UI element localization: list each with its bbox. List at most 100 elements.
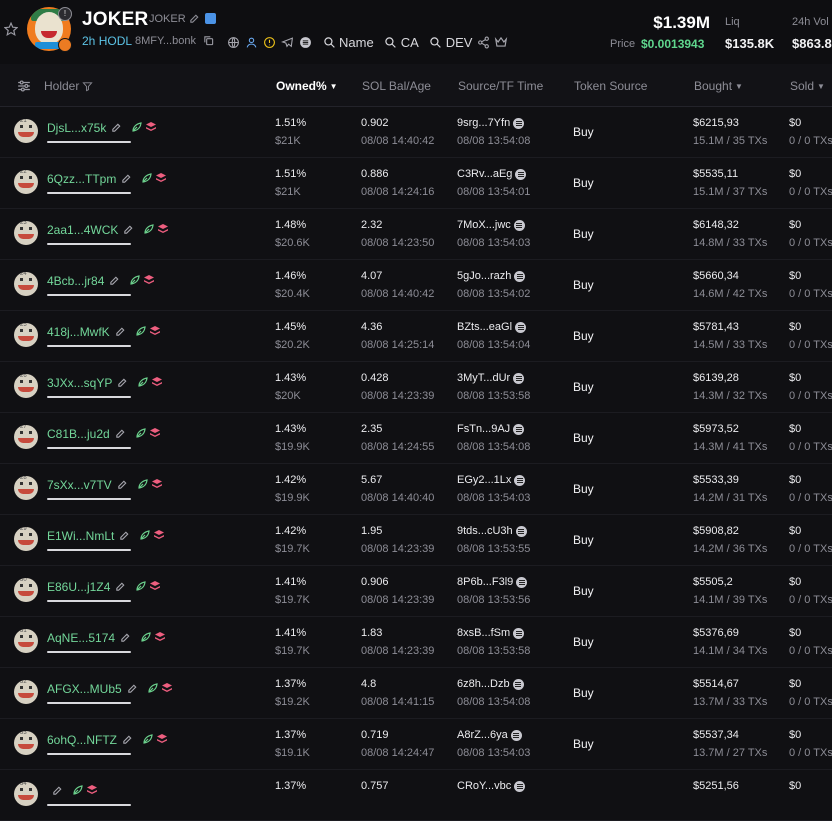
column-sol-bal[interactable]: SOL Bal/Age — [362, 79, 431, 93]
holder-address[interactable]: 6ohQ...NFTZ — [47, 733, 117, 747]
owned-percent: 1.42% — [275, 474, 307, 486]
holder-address[interactable]: 4Bcb...jr84 — [47, 274, 104, 288]
funding-source[interactable]: EGy2...1Lx — [457, 474, 526, 486]
holder-avatar[interactable]: 34 — [14, 782, 38, 806]
menu-circle-icon[interactable] — [298, 35, 312, 49]
sol-balance: 0.719 — [361, 729, 389, 741]
table-row[interactable]: 27 C81B...ju2d 1.43% $19.9K 2.35 08/08 1… — [0, 413, 832, 464]
edit-icon[interactable] — [109, 275, 120, 286]
table-row[interactable]: 24 4Bcb...jr84 1.46% $20.4K 4.07 08/08 1… — [0, 260, 832, 311]
holder-address[interactable]: 418j...MwfK — [47, 325, 110, 339]
search-name-button[interactable]: Name — [322, 35, 374, 50]
edit-icon[interactable] — [52, 785, 63, 796]
share-icon[interactable] — [476, 35, 490, 49]
holder-avatar[interactable]: 25 — [14, 323, 38, 347]
column-bought-label: Bought — [694, 79, 733, 93]
column-owned[interactable]: Owned% ▼ — [276, 79, 338, 93]
column-sold[interactable]: Sold ▼ — [790, 79, 825, 93]
funding-source[interactable]: CRoY...vbc — [457, 780, 526, 792]
funding-source[interactable]: 6z8h...Dzb — [457, 678, 524, 690]
globe-icon[interactable] — [226, 35, 240, 49]
filter-icon[interactable] — [82, 81, 93, 92]
holder-address[interactable]: C81B...ju2d — [47, 427, 110, 441]
bought-value: $5537,34 — [693, 729, 739, 741]
holder-address[interactable]: 2aa1...4WCK — [47, 223, 118, 237]
settings-sliders-icon[interactable] — [17, 80, 31, 92]
funding-source[interactable]: A8rZ...6ya — [457, 729, 522, 741]
funding-source[interactable]: 9tds...cU3h — [457, 525, 527, 537]
holder-address[interactable]: 6Qzz...TTpm — [47, 172, 116, 186]
search-dev-button[interactable]: DEV — [429, 35, 472, 50]
table-row[interactable]: 21 DjsL...x75k 1.51% $21K 0.902 08/08 14… — [0, 107, 832, 158]
column-holder[interactable]: Holder — [44, 79, 93, 93]
holder-address[interactable]: 3JXx...sqYP — [47, 376, 112, 390]
funding-source[interactable]: 8xsB...fSm — [457, 627, 525, 639]
warning-icon[interactable] — [262, 35, 276, 49]
table-row[interactable]: 28 7sXx...v7TV 1.42% $19.9K 5.67 08/08 1… — [0, 464, 832, 515]
holder-address[interactable]: DjsL...x75k — [47, 121, 106, 135]
column-bought[interactable]: Bought ▼ — [694, 79, 743, 93]
holder-address[interactable]: AFGX...MUb5 — [47, 682, 122, 696]
table-row[interactable]: 26 3JXx...sqYP 1.43% $20K 0.428 08/08 14… — [0, 362, 832, 413]
source-menu-icon — [515, 321, 527, 333]
holder-avatar[interactable]: 24 — [14, 272, 38, 296]
holder-avatar[interactable]: 27 — [14, 425, 38, 449]
edit-icon[interactable] — [115, 428, 126, 439]
table-row[interactable]: 31 AqNE...5174 1.41% $19.7K 1.83 08/08 1… — [0, 617, 832, 668]
star-icon[interactable] — [4, 22, 18, 36]
funding-source[interactable]: BZts...eaGl — [457, 321, 527, 333]
table-row[interactable]: 22 6Qzz...TTpm 1.51% $21K 0.886 08/08 14… — [0, 158, 832, 209]
funding-source[interactable]: 3MyT...dUr — [457, 372, 525, 384]
edit-icon[interactable] — [117, 479, 128, 490]
holder-avatar[interactable]: 23 — [14, 221, 38, 245]
edit-icon[interactable] — [115, 326, 126, 337]
user-icon[interactable] — [244, 35, 258, 49]
funding-source[interactable]: C3Rv...aEg — [457, 168, 527, 180]
table-row[interactable]: 34 1.37% 0.757 CRoY...vbc $5251,56 $0 — [0, 770, 832, 821]
holder-avatar[interactable]: 29 — [14, 527, 38, 551]
column-source[interactable]: Source/TF Time — [458, 79, 543, 93]
table-row[interactable]: 32 AFGX...MUb5 1.37% $19.2K 4.8 08/08 14… — [0, 668, 832, 719]
holder-address[interactable]: E1Wi...NmLt — [47, 529, 114, 543]
edit-icon[interactable] — [111, 122, 122, 133]
funding-source[interactable]: FsTn...9AJ — [457, 423, 525, 435]
holder-rank: 21 — [20, 119, 27, 124]
holder-avatar[interactable]: 26 — [14, 374, 38, 398]
search-ca-button[interactable]: CA — [384, 35, 419, 50]
table-row[interactable]: 29 E1Wi...NmLt 1.42% $19.7K 1.95 08/08 1… — [0, 515, 832, 566]
edit-icon[interactable] — [121, 173, 132, 184]
token-source: Buy — [573, 686, 594, 700]
funding-source[interactable]: 8P6b...F3l9 — [457, 576, 528, 588]
holder-avatar[interactable]: 31 — [14, 629, 38, 653]
funding-source[interactable]: 7MoX...jwc — [457, 219, 525, 231]
column-token-source[interactable]: Token Source — [574, 79, 647, 93]
edit-icon[interactable] — [117, 377, 128, 388]
holder-avatar[interactable]: 21 — [14, 119, 38, 143]
edit-icon[interactable] — [189, 13, 200, 24]
edit-icon[interactable] — [122, 734, 133, 745]
table-row[interactable]: 23 2aa1...4WCK 1.48% $20.6K 2.32 08/08 1… — [0, 209, 832, 260]
funding-source[interactable]: 5gJo...razh — [457, 270, 526, 282]
table-row[interactable]: 30 E86U...j1Z4 1.41% $19.7K 0.906 08/08 … — [0, 566, 832, 617]
holder-avatar[interactable]: 33 — [14, 731, 38, 755]
table-row[interactable]: 25 418j...MwfK 1.45% $20.2K 4.36 08/08 1… — [0, 311, 832, 362]
edit-icon[interactable] — [123, 224, 134, 235]
funding-source[interactable]: 9srg...7Yfn — [457, 117, 525, 129]
table-row[interactable]: 33 6ohQ...NFTZ 1.37% $19.1K 0.719 08/08 … — [0, 719, 832, 770]
funding-source-address: A8rZ...6ya — [457, 729, 508, 741]
crown-icon[interactable] — [494, 35, 508, 49]
edit-icon[interactable] — [127, 683, 138, 694]
holder-avatar[interactable]: 22 — [14, 170, 38, 194]
edit-icon[interactable] — [120, 632, 131, 643]
edit-icon[interactable] — [115, 581, 126, 592]
holder-rank: 32 — [20, 680, 27, 685]
holder-avatar[interactable]: 32 — [14, 680, 38, 704]
holder-address[interactable]: AqNE...5174 — [47, 631, 115, 645]
holder-address[interactable]: 7sXx...v7TV — [47, 478, 112, 492]
edit-icon[interactable] — [119, 530, 130, 541]
telegram-icon[interactable] — [280, 35, 294, 49]
holder-address[interactable]: E86U...j1Z4 — [47, 580, 110, 594]
holder-avatar[interactable]: 30 — [14, 578, 38, 602]
holder-avatar[interactable]: 28 — [14, 476, 38, 500]
copy-icon[interactable] — [203, 35, 214, 46]
